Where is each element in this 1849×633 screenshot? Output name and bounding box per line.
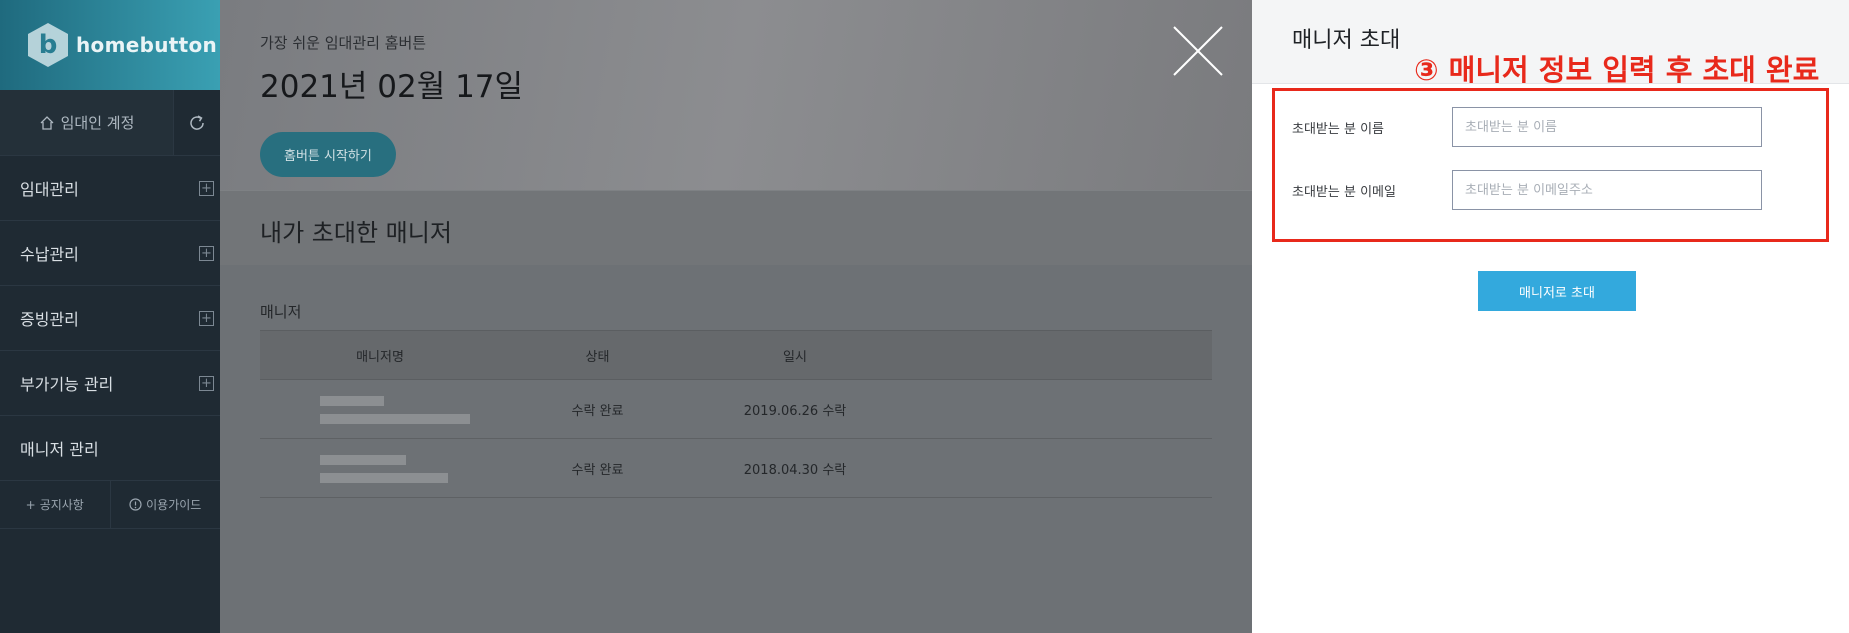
- close-icon[interactable]: [1172, 25, 1224, 77]
- sidebar-item-label: 매니저 관리: [20, 440, 99, 459]
- sidebar-item-label: 임대관리: [20, 180, 79, 199]
- start-button[interactable]: 홈버튼 시작하기: [260, 132, 396, 177]
- account-row: 임대인 계정: [0, 90, 220, 156]
- expand-icon[interactable]: +: [199, 245, 214, 261]
- expand-icon[interactable]: +: [199, 180, 214, 196]
- email-label: 초대받는 분 이메일: [1292, 184, 1396, 200]
- column-header: 상태: [585, 349, 610, 365]
- manager-name-redacted: [260, 439, 500, 497]
- sidebar-footer: + 공지사항 이용가이드: [0, 481, 220, 529]
- sidebar-item-managers[interactable]: 매니저 관리: [0, 416, 220, 481]
- expand-icon[interactable]: +: [199, 310, 214, 326]
- logo-icon: b: [28, 23, 68, 67]
- expand-icon[interactable]: +: [199, 375, 214, 391]
- guide-link[interactable]: 이용가이드: [109, 481, 221, 528]
- table-row[interactable]: 수락 완료 2019.06.26 수락: [260, 380, 1212, 439]
- sidebar-item-rental[interactable]: 임대관리 +: [0, 156, 220, 221]
- refresh-icon: [190, 114, 204, 130]
- manager-table-section: 매니저 매니저명 상태 일시 수락 완료 2019.06.26 수락 수락 완료…: [220, 265, 1252, 534]
- manager-name-redacted: [260, 380, 500, 438]
- name-input[interactable]: [1452, 107, 1762, 147]
- main-content: 가장 쉬운 임대관리 홈버튼 2021년 02월 17일 홈버튼 시작하기 내가…: [220, 0, 1252, 633]
- date-cell: 2019.06.26 수락: [743, 403, 847, 419]
- column-header: 일시: [783, 349, 807, 365]
- table-label: 매니저: [260, 303, 302, 321]
- date-cell: 2018.04.30 수락: [743, 462, 847, 478]
- redaction-mask: [320, 455, 406, 465]
- logo[interactable]: b homebutton: [0, 0, 220, 90]
- sidebar-item-label: 증빙관리: [20, 310, 79, 329]
- sidebar-item-label: 수납관리: [20, 245, 79, 264]
- redaction-mask: [320, 473, 448, 483]
- table-header: 매니저명 상태 일시: [260, 330, 1212, 380]
- home-icon: [40, 115, 54, 130]
- redaction-mask: [320, 396, 384, 406]
- name-label: 초대받는 분 이름: [1292, 121, 1384, 137]
- hero: 가장 쉬운 임대관리 홈버튼 2021년 02월 17일 홈버튼 시작하기: [220, 0, 1252, 190]
- sidebar-item-label: 부가기능 관리: [20, 375, 114, 394]
- invite-manager-button[interactable]: 매니저로 초대: [1478, 271, 1636, 311]
- email-row: 초대받는 분 이메일: [1292, 170, 1762, 210]
- info-icon: [129, 498, 142, 511]
- table-row[interactable]: 수락 완료 2018.04.30 수락: [260, 439, 1212, 498]
- landlord-account-button[interactable]: 임대인 계정: [0, 90, 173, 155]
- notice-label: 공지사항: [39, 498, 84, 512]
- section-title: 내가 초대한 매니저: [220, 190, 1252, 265]
- refresh-button[interactable]: [173, 90, 220, 155]
- page-subtitle: 가장 쉬운 임대관리 홈버튼: [260, 34, 427, 52]
- sidebar-item-evidence[interactable]: 증빙관리 +: [0, 286, 220, 351]
- sidebar-item-addons[interactable]: 부가기능 관리 +: [0, 351, 220, 416]
- redaction-mask: [320, 414, 470, 424]
- logo-text: homebutton: [76, 33, 218, 57]
- instruction-annotation: ③ 매니저 정보 입력 후 초대 완료: [1414, 53, 1820, 87]
- notice-link[interactable]: + 공지사항: [0, 481, 110, 528]
- plus-icon: +: [25, 497, 36, 512]
- sidebar-item-payment[interactable]: 수납관리 +: [0, 221, 220, 286]
- status-cell: 수락 완료: [571, 403, 624, 419]
- status-cell: 수락 완료: [571, 462, 624, 478]
- sidebar: b homebutton 임대인 계정 임대관리 + 수납관리 + 증빙관리 +…: [0, 0, 220, 633]
- invite-manager-panel: 매니저 초대 ③ 매니저 정보 입력 후 초대 완료 초대받는 분 이름 초대받…: [1252, 0, 1849, 633]
- email-input[interactable]: [1452, 170, 1762, 210]
- page-date: 2021년 02월 17일: [260, 69, 524, 105]
- account-label: 임대인 계정: [60, 114, 135, 132]
- column-header: 매니저명: [356, 349, 404, 365]
- guide-label: 이용가이드: [146, 498, 202, 512]
- name-row: 초대받는 분 이름: [1292, 107, 1762, 147]
